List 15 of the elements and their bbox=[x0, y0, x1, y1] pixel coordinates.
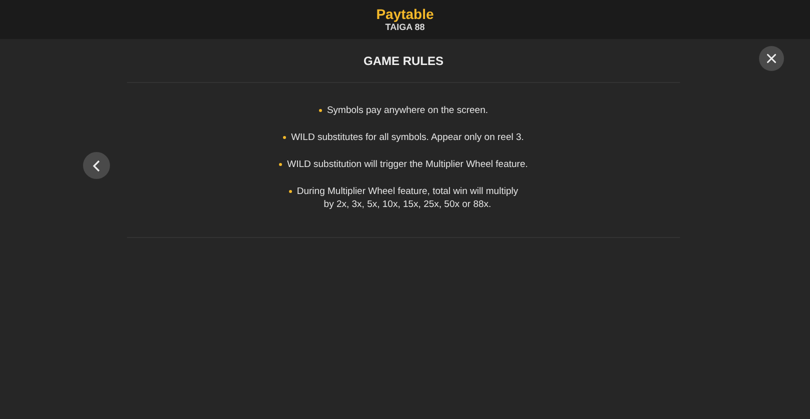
bullet-icon bbox=[283, 136, 286, 139]
close-icon bbox=[764, 51, 779, 66]
chevron-left-icon bbox=[93, 160, 100, 172]
section-title: GAME RULES bbox=[363, 52, 444, 70]
previous-button[interactable] bbox=[83, 152, 110, 179]
rule-text: WILD substitution will trigger the Multiplier Wheel feature. bbox=[287, 158, 528, 171]
paytable-title: Paytable bbox=[376, 6, 434, 22]
rule-text: WILD substitutes for all symbols. Appear only on reel 3. bbox=[291, 131, 524, 144]
close-button[interactable] bbox=[759, 46, 784, 71]
rule-text: Symbols pay anywhere on the screen. bbox=[326, 104, 488, 117]
game-name: TAIGA 88 bbox=[385, 22, 425, 33]
bullet-icon bbox=[279, 163, 282, 166]
rule-text: During Multiplier Wheel feature, total win will multiply by 2x, 3x, 5x, 10x, 15x, 25x, 50x or 88x. bbox=[296, 185, 518, 211]
bullet-icon bbox=[318, 109, 322, 112]
bullet-icon bbox=[288, 190, 292, 193]
